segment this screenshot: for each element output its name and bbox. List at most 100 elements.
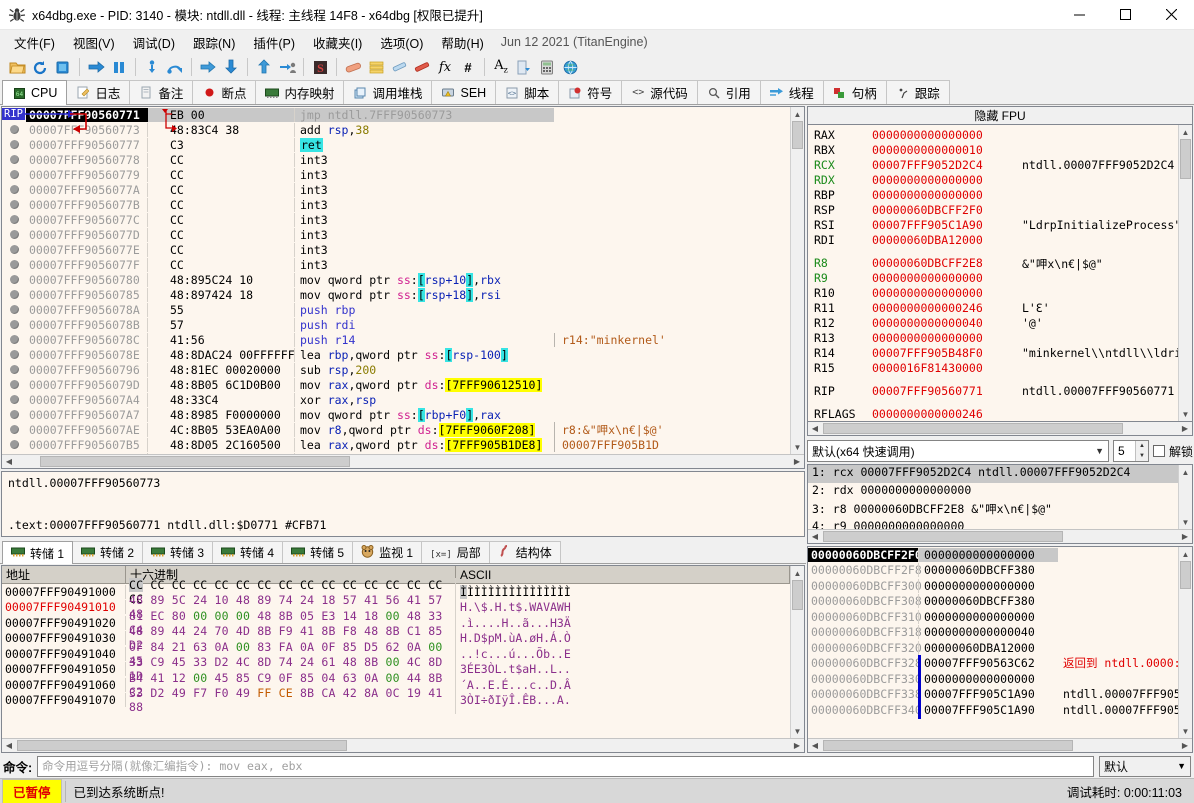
register-row[interactable]: RBP 0000000000000000: [814, 188, 1178, 203]
scroll-track[interactable]: [822, 422, 1178, 435]
breakpoint-dot-icon[interactable]: [9, 185, 19, 194]
tab-breakpoints[interactable]: 断点: [192, 80, 257, 104]
stepper-down-icon[interactable]: ▼: [1135, 451, 1148, 461]
breakpoint-dot-icon[interactable]: [9, 320, 19, 329]
disassembly-row[interactable]: 00007FFF90560796 48:81EC 00020000 sub rsp,…: [2, 362, 790, 377]
disassembly-row[interactable]: 00007FFF90560777 C3 ret: [2, 137, 790, 152]
register-value[interactable]: 0000000000000246: [872, 301, 1022, 316]
menu-file[interactable]: 文件(F): [5, 30, 64, 55]
tab-trace[interactable]: 跟踪: [885, 80, 950, 104]
dump-header-address[interactable]: 地址: [2, 566, 126, 583]
scroll-track[interactable]: [791, 149, 804, 440]
stack-row[interactable]: 00000060DBCFF338 00007FFF905C1A90 ntdll.00…: [808, 686, 1178, 704]
stepper-up-icon[interactable]: ▲: [1135, 441, 1148, 451]
pause-icon[interactable]: [108, 56, 130, 78]
disassembly-row[interactable]: 00007FFF905607A4 48:33C4 xor rax,rsp: [2, 392, 790, 407]
stack-row[interactable]: 00000060DBCFF330 0000000000000000: [808, 670, 1178, 688]
register-row[interactable]: RBX 0000000000000010: [814, 143, 1178, 158]
disassembly-row[interactable]: 00007FFF905607AE 4C:8B05 53EA0A00 mov r8,q…: [2, 421, 790, 438]
breakpoint-dot-icon[interactable]: [9, 290, 19, 299]
stack-rows[interactable]: 00000060DBCFF2F0 0000000000000000 00000060…: [808, 547, 1178, 738]
disassembly-row[interactable]: 00007FFF90560779 CC int3: [2, 167, 790, 182]
register-row[interactable]: R8 00000060DBCFF2E8 &"呷x\n€|$@": [814, 256, 1178, 271]
scroll-thumb[interactable]: [1180, 139, 1191, 179]
unlock-checkbox-group[interactable]: 解锁: [1152, 443, 1193, 460]
argument-count-stepper[interactable]: 5 ▲ ▼: [1112, 440, 1149, 462]
tab-script[interactable]: <> 脚本: [495, 80, 560, 104]
registers-hscrollbar[interactable]: ◀ ▶: [807, 422, 1193, 436]
scroll-thumb[interactable]: [40, 456, 350, 467]
step-over-icon[interactable]: [164, 56, 186, 78]
function-icon[interactable]: fx: [434, 56, 456, 78]
register-row[interactable]: RSI 00007FFF905C1A90 "LdrpInitializeProces…: [814, 218, 1178, 233]
disassembly-row[interactable]: 00007FFF9056077C CC int3: [2, 212, 790, 227]
breakpoint-toggle[interactable]: [2, 275, 26, 284]
dump-tab[interactable]: 结构体: [488, 541, 561, 563]
tab-symbols[interactable]: 符号: [558, 80, 623, 104]
scroll-thumb[interactable]: [17, 740, 347, 751]
step-into-icon[interactable]: [141, 56, 163, 78]
breakpoint-dot-icon[interactable]: [9, 260, 19, 269]
tab-memory-map[interactable]: 内存映射: [255, 80, 345, 104]
stack-row[interactable]: 00000060DBCFF340 00007FFF905C1A90 ntdll.00…: [808, 701, 1178, 719]
patch-icon[interactable]: [342, 56, 364, 78]
step-out-icon[interactable]: [197, 56, 219, 78]
dump-tab[interactable]: 转储 4: [212, 541, 284, 563]
menu-view[interactable]: 视图(V): [64, 30, 124, 55]
dump-tab[interactable]: 转储 5: [282, 541, 354, 563]
breakpoint-toggle[interactable]: [2, 305, 26, 314]
tab-notes[interactable]: 备注: [129, 80, 194, 104]
register-row[interactable]: R10 0000000000000000: [814, 286, 1178, 301]
register-value[interactable]: 00007FFF9052D2C4: [872, 158, 1022, 173]
dump-vscrollbar[interactable]: ▲ ▼: [790, 566, 804, 738]
scroll-right-icon[interactable]: ▶: [1178, 739, 1192, 752]
disassembly-row[interactable]: 00007FFF90560780 48:895C24 10 mov qword pt…: [2, 272, 790, 287]
register-row[interactable]: R11 0000000000000246 L'Ɛ': [814, 301, 1178, 316]
run-to-return-icon[interactable]: [253, 56, 275, 78]
scroll-track[interactable]: [822, 739, 1178, 752]
register-value[interactable]: 0000000000000000: [872, 173, 1022, 188]
scroll-up-icon[interactable]: ▲: [1179, 465, 1192, 479]
calculator-icon[interactable]: [536, 56, 558, 78]
scroll-up-icon[interactable]: ▲: [1179, 547, 1192, 561]
tab-source[interactable]: <> 源代码: [621, 80, 698, 104]
scroll-right-icon[interactable]: ▶: [1178, 422, 1192, 435]
unlock-checkbox[interactable]: [1152, 445, 1165, 457]
disassembly-row[interactable]: 00007FFF905607BC33FFxor edi,edi: [2, 452, 790, 454]
scroll-down-icon[interactable]: ▼: [791, 724, 804, 738]
scroll-down-icon[interactable]: ▼: [1179, 724, 1192, 738]
scroll-track[interactable]: [1179, 479, 1192, 515]
breakpoint-toggle[interactable]: [2, 365, 26, 374]
breakpoint-toggle[interactable]: [2, 110, 26, 119]
scroll-right-icon[interactable]: ▶: [790, 455, 804, 468]
disassembly-row[interactable]: 00007FFF9056077A CC int3: [2, 182, 790, 197]
command-input[interactable]: 命令用逗号分隔(就像汇编指令): mov eax, ebx: [37, 755, 1094, 777]
breakpoint-dot-icon[interactable]: [9, 170, 19, 179]
register-rows[interactable]: RAX 0000000000000000 RBX 0000000000000010 RC…: [808, 125, 1178, 421]
breakpoint-toggle[interactable]: [2, 290, 26, 299]
disassembly-row[interactable]: 00007FFF9056078C 41:56 push r14 r14:"minker…: [2, 332, 790, 347]
breakpoint-dot-icon[interactable]: [9, 155, 19, 164]
menu-help[interactable]: 帮助(H): [432, 30, 492, 55]
breakpoint-toggle[interactable]: [2, 335, 26, 344]
scroll-left-icon[interactable]: ◀: [808, 739, 822, 752]
breakpoint-dot-icon[interactable]: [9, 110, 19, 119]
stack-row[interactable]: 00000060DBCFF328 00007FFF90563C62 返回到 ntdl…: [808, 655, 1178, 673]
scroll-right-icon[interactable]: ▶: [1178, 530, 1192, 543]
scroll-left-icon[interactable]: ◀: [2, 455, 16, 468]
run-icon[interactable]: [85, 56, 107, 78]
scroll-left-icon[interactable]: ◀: [2, 739, 16, 752]
disassembly-row[interactable]: 00007FFF90560771 EB 00 jmp ntdll.7FFF90560…: [2, 107, 790, 122]
register-value[interactable]: 00007FFF905C1A90: [872, 218, 1022, 233]
scroll-down-icon[interactable]: ▼: [1179, 515, 1192, 529]
command-profile-select[interactable]: 默认 ▼: [1099, 755, 1191, 777]
argument-row[interactable]: 4: r9 0000000000000000: [808, 519, 1178, 529]
breakpoint-dot-icon[interactable]: [9, 410, 19, 419]
tab-references[interactable]: 引用: [696, 80, 761, 104]
scroll-track[interactable]: [16, 455, 790, 468]
scroll-thumb[interactable]: [823, 740, 1073, 751]
breakpoint-dot-icon[interactable]: [9, 335, 19, 344]
breakpoint-toggle[interactable]: [2, 125, 26, 134]
breakpoint-dot-icon[interactable]: [9, 275, 19, 284]
scroll-up-icon[interactable]: ▲: [791, 566, 804, 580]
